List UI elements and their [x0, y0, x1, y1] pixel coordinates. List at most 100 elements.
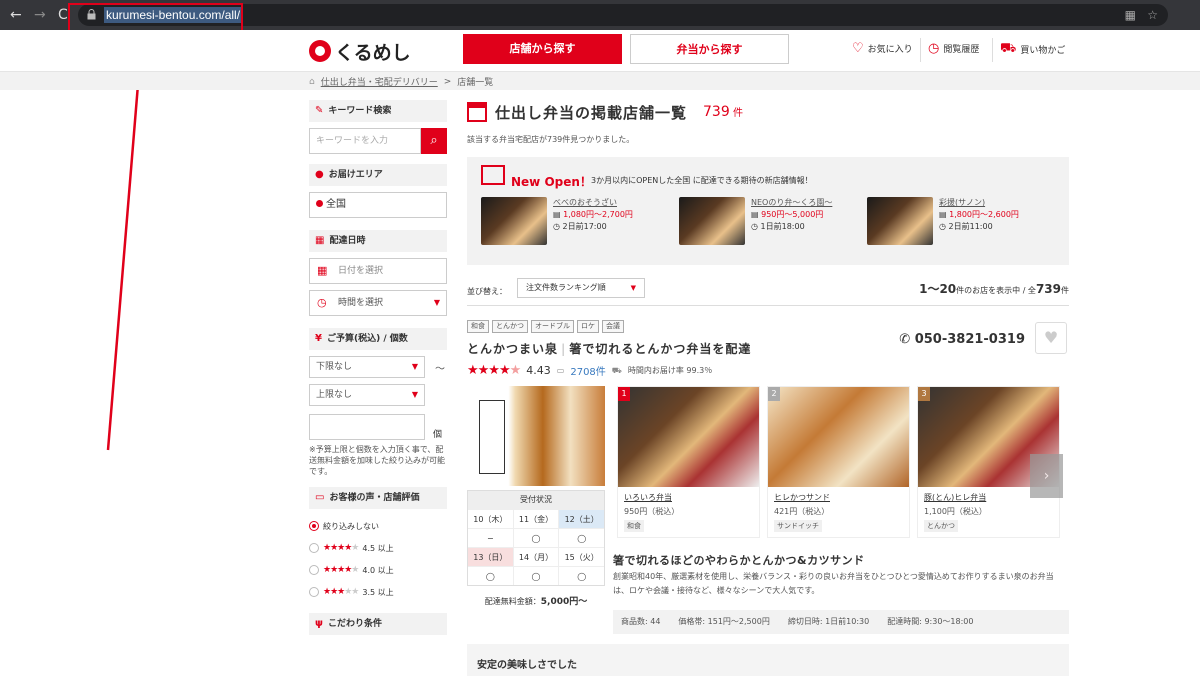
product-name[interactable]: いろいろ弁当	[624, 491, 753, 505]
product-card[interactable]: 1 いろいろ弁当 950円（税込） 和食	[617, 386, 760, 538]
favorites-link[interactable]: ♡ お気に入り	[852, 41, 913, 56]
shop-count-unit: 件	[732, 108, 743, 119]
area-dot-icon	[316, 200, 323, 207]
new-open-shop-name[interactable]: 彩援(サノン)	[939, 197, 1019, 209]
shop-catchphrase: 箸で切れるほどのやわらかとんかつ&カツサンド	[613, 554, 865, 567]
shop-tag[interactable]: 会議	[602, 320, 624, 333]
shop-tag[interactable]: とんかつ	[492, 320, 528, 333]
reload-icon[interactable]: C	[58, 0, 68, 30]
product-image[interactable]: 2	[768, 387, 909, 487]
result-note: 該当する弁当宅配店が739件見つかりました。	[467, 135, 635, 144]
new-open-item[interactable]: 彩援(サノン) ▤ 1,800円〜2,600円 ◷ 2日前11:00	[867, 197, 1019, 245]
area-section-header: ● お届けエリア	[309, 164, 447, 186]
logo-text: くるめし	[335, 42, 411, 64]
availability-status: ◯	[558, 566, 605, 585]
new-open-shop-name[interactable]: NEOのり弁〜くろ園〜	[751, 197, 832, 209]
breadcrumb: ⌂ 仕出し弁当・宅配デリバリー > 店舗一覧	[309, 75, 493, 89]
chevron-down-icon: ▼	[433, 298, 440, 307]
radio[interactable]	[309, 565, 319, 575]
url-text[interactable]: kurumesi-bentou.com/all/	[104, 7, 243, 23]
shop-tag[interactable]: ロケ	[577, 320, 599, 333]
product-name[interactable]: ヒレかつサンド	[774, 491, 903, 505]
tab-search-by-bento[interactable]: 弁当から探す	[630, 34, 789, 64]
radio-selected[interactable]	[309, 521, 319, 531]
star-rating-icon: ★★★★★	[323, 565, 359, 575]
new-open-price: 1,080円〜2,700円	[563, 210, 633, 219]
sort-value: 注文件数ランキング順	[526, 283, 606, 292]
sort-select[interactable]: 注文件数ランキング順 ▼	[517, 278, 645, 298]
history-label: 閲覧履歴	[943, 45, 980, 55]
time-select[interactable]: ◷ 時間を選択 ▼	[309, 290, 447, 316]
availability-date: 13（日）	[468, 547, 513, 566]
price-icon: ▤	[939, 210, 947, 219]
availability-status: ◯	[512, 528, 559, 547]
price-icon: ▤	[553, 210, 561, 219]
shop-stats: 商品数: 44 価格帯: 151円〜2,500円 締切日時: 1日前10:30 …	[613, 610, 1069, 634]
product-card[interactable]: 2 ヒレかつサンド 421円（税込） サンドイッチ	[767, 386, 910, 538]
review-count-link[interactable]: 2708件	[570, 363, 605, 378]
rank-badge: 3	[918, 387, 930, 401]
new-open-banner: New Open！ 3か月以内にOPENした全国 に配達できる期待の新店舗情報！…	[467, 157, 1069, 265]
carousel-next-button[interactable]: ›	[1030, 454, 1063, 498]
filter-sidebar: ✎ キーワード検索 キーワードを入力 ⌕ ● お届けエリア 全国 ▦ 配達日時 …	[309, 100, 447, 641]
review-filter-35[interactable]: ★★★★★ 3.5 以上	[309, 581, 447, 603]
product-tag: とんかつ	[924, 520, 958, 532]
radio[interactable]	[309, 543, 319, 553]
site-logo[interactable]: くるめし	[309, 38, 411, 64]
clock-icon: ◷	[939, 222, 946, 231]
stat-delivery-time: 配達時間: 9:30〜18:00	[887, 617, 974, 626]
budget-max-select[interactable]: 上限なし ▼	[309, 384, 425, 406]
review-filter-40[interactable]: ★★★★★ 4.0 以上	[309, 559, 447, 581]
keyword-icon: ✎	[315, 105, 324, 116]
breadcrumb-home-link[interactable]: 仕出し弁当・宅配デリバリー	[321, 75, 438, 88]
review-filter-45[interactable]: ★★★★★ 4.5 以上	[309, 537, 447, 559]
tab-search-by-shop[interactable]: 店舗から探す	[463, 34, 622, 64]
area-select[interactable]: 全国	[309, 192, 447, 218]
shop-tag[interactable]: 和食	[467, 320, 489, 333]
qr-icon[interactable]: ▦	[1125, 8, 1136, 22]
keyword-input[interactable]: キーワードを入力	[309, 128, 421, 154]
truck-icon: ⛟	[611, 365, 622, 375]
date-picker[interactable]: ▦ 日付を選択	[309, 258, 447, 284]
cart-link[interactable]: ⛟ 買い物かご	[1000, 41, 1065, 58]
product-image[interactable]: 1	[618, 387, 759, 487]
availability-date: 11（金）	[512, 509, 559, 528]
shop-catch-title[interactable]: 箸で切れるとんかつ弁当を配達	[569, 342, 751, 356]
header-divider	[920, 38, 921, 62]
favorite-button[interactable]: ♥	[1035, 322, 1067, 354]
review-none-label: 絞り込みしない	[323, 521, 379, 531]
review-filter-none[interactable]: 絞り込みしない	[309, 515, 447, 537]
home-icon[interactable]: ⌂	[309, 77, 315, 87]
new-open-item[interactable]: べべのおそうざい ▤ 1,080円〜2,700円 ◷ 2日前17:00	[481, 197, 633, 245]
new-open-thumbnail[interactable]	[481, 197, 547, 245]
search-button[interactable]: ⌕	[421, 128, 447, 154]
history-link[interactable]: ◷ 閲覧履歴	[928, 41, 979, 56]
shop-name[interactable]: とんかつまい泉	[467, 342, 558, 356]
budget-min-select[interactable]: 下限なし ▼	[309, 356, 425, 378]
chevron-down-icon: ▼	[411, 390, 418, 399]
availability-date: 14（月）	[512, 547, 559, 566]
new-open-shop-name[interactable]: べべのおそうざい	[553, 197, 633, 209]
bookmark-star-icon[interactable]: ☆	[1147, 8, 1158, 22]
yen-icon: ¥	[315, 333, 322, 344]
next-shop-card[interactable]: 安定の美味しさでした	[467, 644, 1069, 676]
shop-phone[interactable]: ✆ 050-3821-0319	[899, 332, 1025, 347]
quantity-input[interactable]	[309, 414, 425, 440]
new-open-thumbnail[interactable]	[867, 197, 933, 245]
forward-icon[interactable]: →	[34, 0, 46, 30]
availability-status: ◯	[558, 528, 605, 547]
address-bar[interactable]: kurumesi-bentou.com/all/ ▦ ☆	[78, 4, 1168, 26]
new-open-thumbnail[interactable]	[679, 197, 745, 245]
more-section-header[interactable]: ψ こだわり条件	[309, 613, 447, 635]
fork-knife-icon: ψ	[315, 618, 323, 629]
search-icon: ⌕	[430, 133, 438, 148]
new-open-item[interactable]: NEOのり弁〜くろ園〜 ▤ 950円〜5,000円 ◷ 1日前18:00	[679, 197, 832, 245]
shop-description: 創業昭和40年、厳選素材を使用し、栄養バランス・彩りの良いお弁当をひとつひとつ愛…	[613, 572, 1054, 595]
availability-table: 受付状況 10（木） 11（金） 12（土） − ◯ ◯ 13（日） 14（月）…	[467, 490, 605, 586]
chevron-down-icon: ▼	[411, 362, 418, 371]
back-icon[interactable]: ←	[10, 0, 22, 30]
cart-icon: ⛟	[1000, 41, 1017, 56]
shop-main-image[interactable]	[467, 386, 605, 486]
radio[interactable]	[309, 587, 319, 597]
shop-tag[interactable]: オードブル	[531, 320, 574, 333]
